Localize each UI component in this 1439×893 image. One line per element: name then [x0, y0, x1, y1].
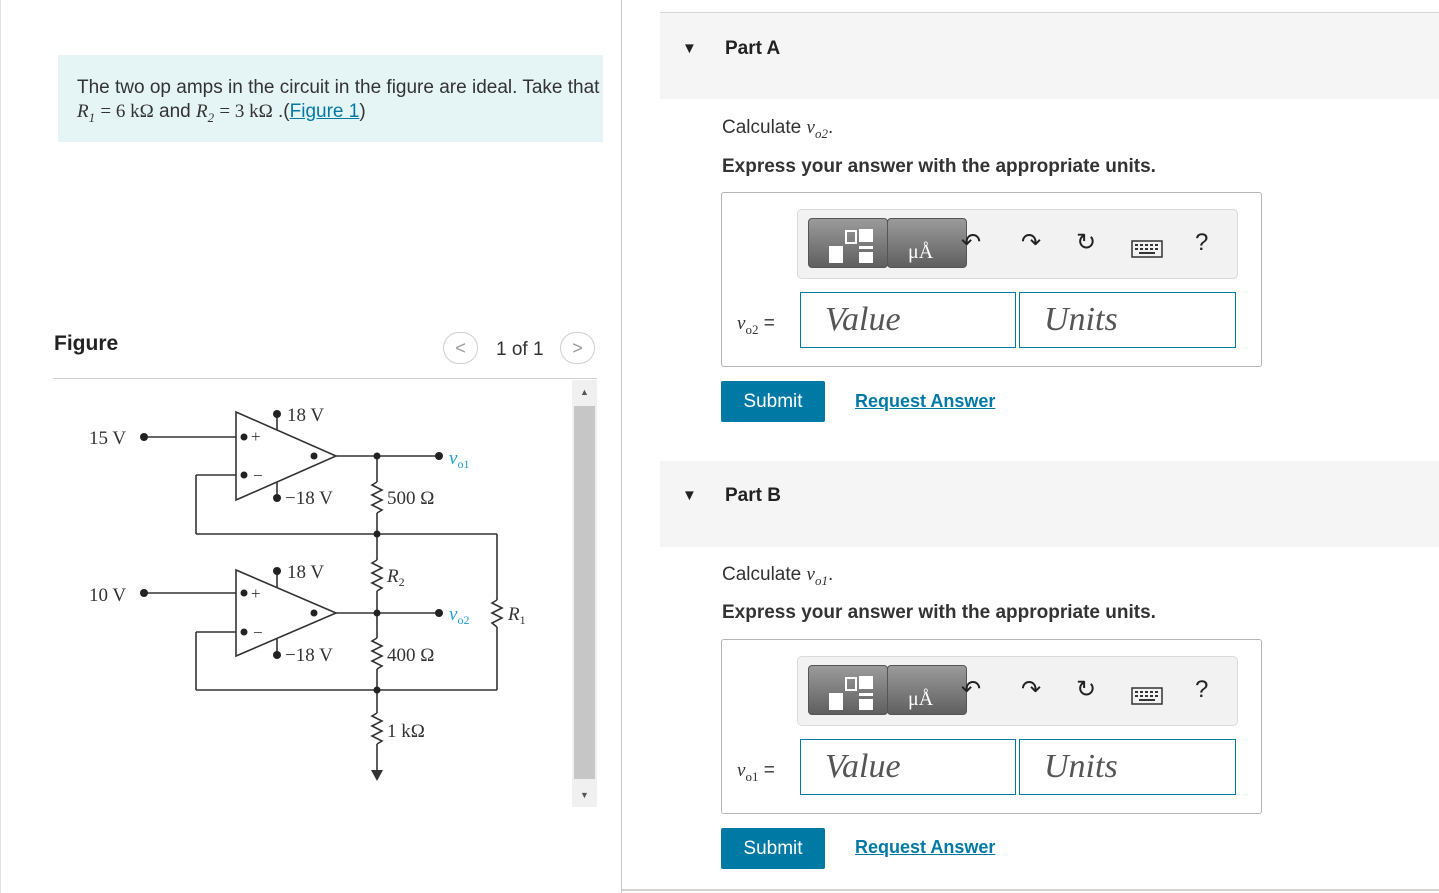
r2-symbol: R2 — [196, 101, 215, 125]
label-1k-ohm: 1 kΩ — [387, 721, 425, 742]
part-b-submit-button[interactable]: Submit — [721, 828, 825, 869]
redo-icon[interactable]: ↷ — [1021, 677, 1041, 703]
part-a-request-answer-link[interactable]: Request Answer — [855, 391, 995, 412]
chevron-left-icon: < — [455, 337, 466, 358]
units-icon: μÅ — [908, 688, 934, 710]
label-10v: 10 V — [89, 585, 126, 606]
scroll-down-arrow-icon[interactable]: ▼ — [572, 783, 597, 807]
part-b-title: Part B — [725, 485, 781, 506]
figure-divider — [53, 378, 597, 379]
part-b-value-input[interactable] — [800, 739, 1016, 795]
next-figure-button[interactable]: > — [560, 332, 595, 364]
part-b-express: Express your answer with the appropriate… — [722, 602, 1156, 623]
templates-icon — [829, 676, 873, 710]
part-b-instruction: Calculate vo1. — [722, 564, 834, 588]
part-a-express: Express your answer with the appropriate… — [722, 156, 1156, 177]
label-plus-2: + — [251, 584, 261, 603]
caret-down-icon: ▼ — [682, 40, 697, 57]
caret-down-icon: ▼ — [682, 487, 697, 504]
label-400-ohm: 400 Ω — [387, 645, 434, 666]
problem-text: The two op amps in the circuit in the fi… — [77, 77, 600, 98]
label-500-ohm: 500 Ω — [387, 488, 434, 509]
part-b-units-input[interactable] — [1019, 739, 1236, 795]
label-15v: 15 V — [89, 428, 126, 449]
part-a-units-input[interactable] — [1019, 292, 1236, 348]
scroll-up-arrow-icon[interactable]: ▲ — [572, 380, 597, 404]
scroll-thumb[interactable] — [574, 406, 595, 779]
label-supply-neg-1: −18 V — [285, 488, 333, 509]
bottom-border — [622, 889, 1439, 891]
left-pane: The two op amps in the circuit in the fi… — [0, 0, 622, 893]
units-icon: μÅ — [908, 241, 934, 263]
part-a-instruction: Calculate vo2. — [722, 117, 834, 141]
prev-figure-button[interactable]: < — [443, 332, 478, 364]
label-supply-neg-2: −18 V — [285, 645, 333, 666]
label-minus-2: − — [253, 623, 263, 642]
problem-statement: The two op amps in the circuit in the fi… — [58, 55, 603, 142]
undo-icon[interactable]: ↶ — [961, 230, 981, 256]
ground-arrow — [371, 770, 383, 781]
help-icon[interactable]: ? — [1195, 230, 1208, 256]
figure-pager: 1 of 1 — [496, 339, 544, 360]
keyboard-icon[interactable] — [1131, 238, 1163, 264]
figure-heading: Figure — [54, 332, 119, 355]
label-supply-pos-2: 18 V — [287, 562, 324, 583]
label-vo1: vo1 — [449, 448, 469, 471]
templates-button[interactable] — [808, 218, 888, 268]
units-button[interactable]: μÅ — [887, 665, 967, 715]
label-r2: R2 — [386, 566, 405, 589]
part-a-submit-button[interactable]: Submit — [721, 381, 825, 422]
part-a-toolbar: μÅ ↶ ↷ ↻ ? — [797, 209, 1238, 279]
circuit-diagram: 15 V 10 V 18 V −18 V 18 V −18 V 500 Ω 40… — [89, 405, 526, 781]
part-a-var: vo2 — [806, 117, 828, 141]
part-a-title: Part A — [725, 38, 781, 59]
figure-scrollbar[interactable]: ▲ ▼ — [572, 380, 597, 807]
r2-value: = 3 kΩ — [219, 101, 273, 122]
link-suffix: ) — [359, 101, 366, 122]
keyboard-icon[interactable] — [1131, 685, 1163, 711]
part-b-var: vo1 — [806, 564, 828, 588]
chevron-right-icon: > — [572, 337, 583, 358]
link-prefix: .( — [278, 101, 290, 122]
reset-icon[interactable]: ↻ — [1076, 677, 1096, 703]
label-supply-pos-1: 18 V — [287, 405, 324, 426]
undo-icon[interactable]: ↶ — [961, 677, 981, 703]
figure-link[interactable]: Figure 1 — [290, 101, 360, 122]
part-b-header[interactable]: ▼ Part B — [660, 461, 1439, 547]
part-a-answer-box: μÅ ↶ ↷ ↻ ? vo2 = — [721, 192, 1262, 367]
part-a-header[interactable]: ▼ Part A — [660, 13, 1439, 99]
help-icon[interactable]: ? — [1195, 677, 1208, 703]
part-b-request-answer-link[interactable]: Request Answer — [855, 837, 995, 858]
r1-value: = 6 kΩ — [100, 101, 154, 122]
part-b-var-label: vo1 = — [737, 760, 775, 784]
label-vo2: vo2 — [449, 604, 469, 627]
label-plus-1: + — [251, 427, 261, 446]
reset-icon[interactable]: ↻ — [1076, 230, 1096, 256]
label-r1: R1 — [507, 604, 526, 627]
part-a-var-label: vo2 = — [737, 313, 775, 337]
templates-icon — [829, 229, 873, 263]
part-a-value-input[interactable] — [800, 292, 1016, 348]
and-text: and — [159, 101, 191, 122]
part-b-toolbar: μÅ ↶ ↷ ↻ ? — [797, 656, 1238, 726]
units-button[interactable]: μÅ — [887, 218, 967, 268]
redo-icon[interactable]: ↷ — [1021, 230, 1041, 256]
templates-button[interactable] — [808, 665, 888, 715]
label-minus-1: − — [253, 466, 263, 485]
r1-symbol: R1 — [77, 101, 96, 125]
part-b-answer-box: μÅ ↶ ↷ ↻ ? vo1 = — [721, 639, 1262, 814]
